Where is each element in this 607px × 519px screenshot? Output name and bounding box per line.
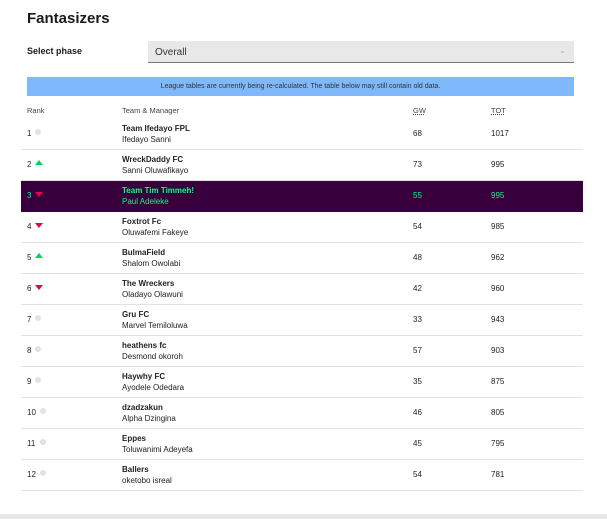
rank-value: 3 [27,191,32,200]
total-points: 995 [491,160,505,169]
chevron-down-icon: ⌄ [559,46,566,55]
total-points: 1017 [491,129,509,138]
gameweek-points: 42 [413,284,422,293]
column-header-team: Team & Manager [122,106,180,115]
table-row[interactable]: 2 WreckDaddy FC Sanni Oluwafikayo 73 995 [21,150,583,181]
team-name-link[interactable]: BulmaField [122,248,165,257]
manager-name: Ifedayo Sanni [122,135,171,144]
page-title: Fantasizers [27,10,110,27]
total-points: 805 [491,408,505,417]
rank-value: 11 [27,439,36,448]
manager-name: Toluwanimi Adeyefa [122,445,193,454]
team-name-link[interactable]: Team Tim Timmeh! [122,186,194,195]
manager-name: Oluwafemi Fakeye [122,228,189,237]
manager-name: Oladayo Olawuni [122,290,183,299]
gameweek-points: 57 [413,346,422,355]
gameweek-points: 54 [413,222,422,231]
rank-value: 9 [27,377,32,386]
table-row[interactable]: 6 The Wreckers Oladayo Olawuni 42 960 [21,274,583,305]
phase-select[interactable]: Overall ⌄ [148,41,574,63]
footer-bar [0,514,607,519]
team-name-link[interactable]: heathens fc [122,341,166,350]
movement-same-icon [40,439,46,445]
movement-same-icon [35,346,41,352]
rank-value: 5 [27,253,32,262]
gameweek-points: 33 [413,315,422,324]
rank-value: 12 [27,470,36,479]
total-points: 960 [491,284,505,293]
manager-name: Sanni Oluwafikayo [122,166,189,175]
movement-same-icon [40,408,46,414]
movement-same-icon [35,129,41,135]
team-name-link[interactable]: dzadzakun [122,403,163,412]
table-row[interactable]: 1 Team Ifedayo FPL Ifedayo Sanni 68 1017 [21,119,583,150]
total-points: 962 [491,253,505,262]
movement-down-icon [35,285,43,290]
table-row[interactable]: 4 Foxtrot Fc Oluwafemi Fakeye 54 985 [21,212,583,243]
column-header-tot: TOT [491,106,506,115]
movement-up-icon [35,253,43,258]
manager-name: Ayodele Odedara [122,383,185,392]
team-name-link[interactable]: Ballers [122,465,149,474]
table-row[interactable]: 10 dzadzakun Alpha Dzingina 46 805 [21,398,583,429]
team-name-link[interactable]: WreckDaddy FC [122,155,183,164]
team-name-link[interactable]: Foxtrot Fc [122,217,161,226]
total-points: 903 [491,346,505,355]
gameweek-points: 55 [413,191,422,200]
league-table: 1 Team Ifedayo FPL Ifedayo Sanni 68 1017 2 Wre… [21,119,583,491]
rank-value: 2 [27,160,32,169]
movement-same-icon [40,470,46,476]
table-row[interactable]: 12 Ballers oketobo isreal 54 781 [21,460,583,491]
team-name-link[interactable]: Gru FC [122,310,149,319]
total-points: 875 [491,377,505,386]
manager-name: Paul Adeleke [122,197,169,206]
gameweek-points: 68 [413,129,422,138]
movement-down-icon [35,223,43,228]
rank-value: 1 [27,129,32,138]
table-row[interactable]: 8 heathens fc Desmond okoroh 57 903 [21,336,583,367]
movement-down-icon [35,192,43,197]
gameweek-points: 73 [413,160,422,169]
movement-same-icon [35,315,41,321]
gameweek-points: 54 [413,470,422,479]
team-name-link[interactable]: Haywhy FC [122,372,165,381]
total-points: 795 [491,439,505,448]
manager-name: oketobo isreal [122,476,172,485]
table-row[interactable]: 5 BulmaField Shalom Owolabi 48 962 [21,243,583,274]
column-header-rank: Rank [27,106,45,115]
movement-up-icon [35,160,43,165]
gameweek-points: 35 [413,377,422,386]
manager-name: Marvel Temiloluwa [122,321,188,330]
team-name-link[interactable]: Team Ifedayo FPL [122,124,190,133]
column-header-gw: GW [413,106,426,115]
manager-name: Alpha Dzingina [122,414,176,423]
rank-value: 10 [27,408,36,417]
movement-same-icon [35,377,41,383]
rank-value: 8 [27,346,32,355]
gameweek-points: 45 [413,439,422,448]
total-points: 943 [491,315,505,324]
table-row[interactable]: 9 Haywhy FC Ayodele Odedara 35 875 [21,367,583,398]
rank-value: 6 [27,284,32,293]
phase-select-value: Overall [155,47,187,58]
total-points: 985 [491,222,505,231]
recalculation-notice: League tables are currently being re-cal… [27,77,574,96]
manager-name: Desmond okoroh [122,352,183,361]
rank-value: 7 [27,315,32,324]
rank-value: 4 [27,222,32,231]
phase-label: Select phase [27,46,83,56]
table-row[interactable]: 11 Eppes Toluwanimi Adeyefa 45 795 [21,429,583,460]
total-points: 781 [491,470,505,479]
table-row[interactable]: 3 Team Tim Timmeh! Paul Adeleke 55 995 [21,181,583,212]
table-row[interactable]: 7 Gru FC Marvel Temiloluwa 33 943 [21,305,583,336]
total-points: 995 [491,191,505,200]
gameweek-points: 48 [413,253,422,262]
manager-name: Shalom Owolabi [122,259,181,268]
gameweek-points: 46 [413,408,422,417]
team-name-link[interactable]: The Wreckers [122,279,174,288]
team-name-link[interactable]: Eppes [122,434,146,443]
